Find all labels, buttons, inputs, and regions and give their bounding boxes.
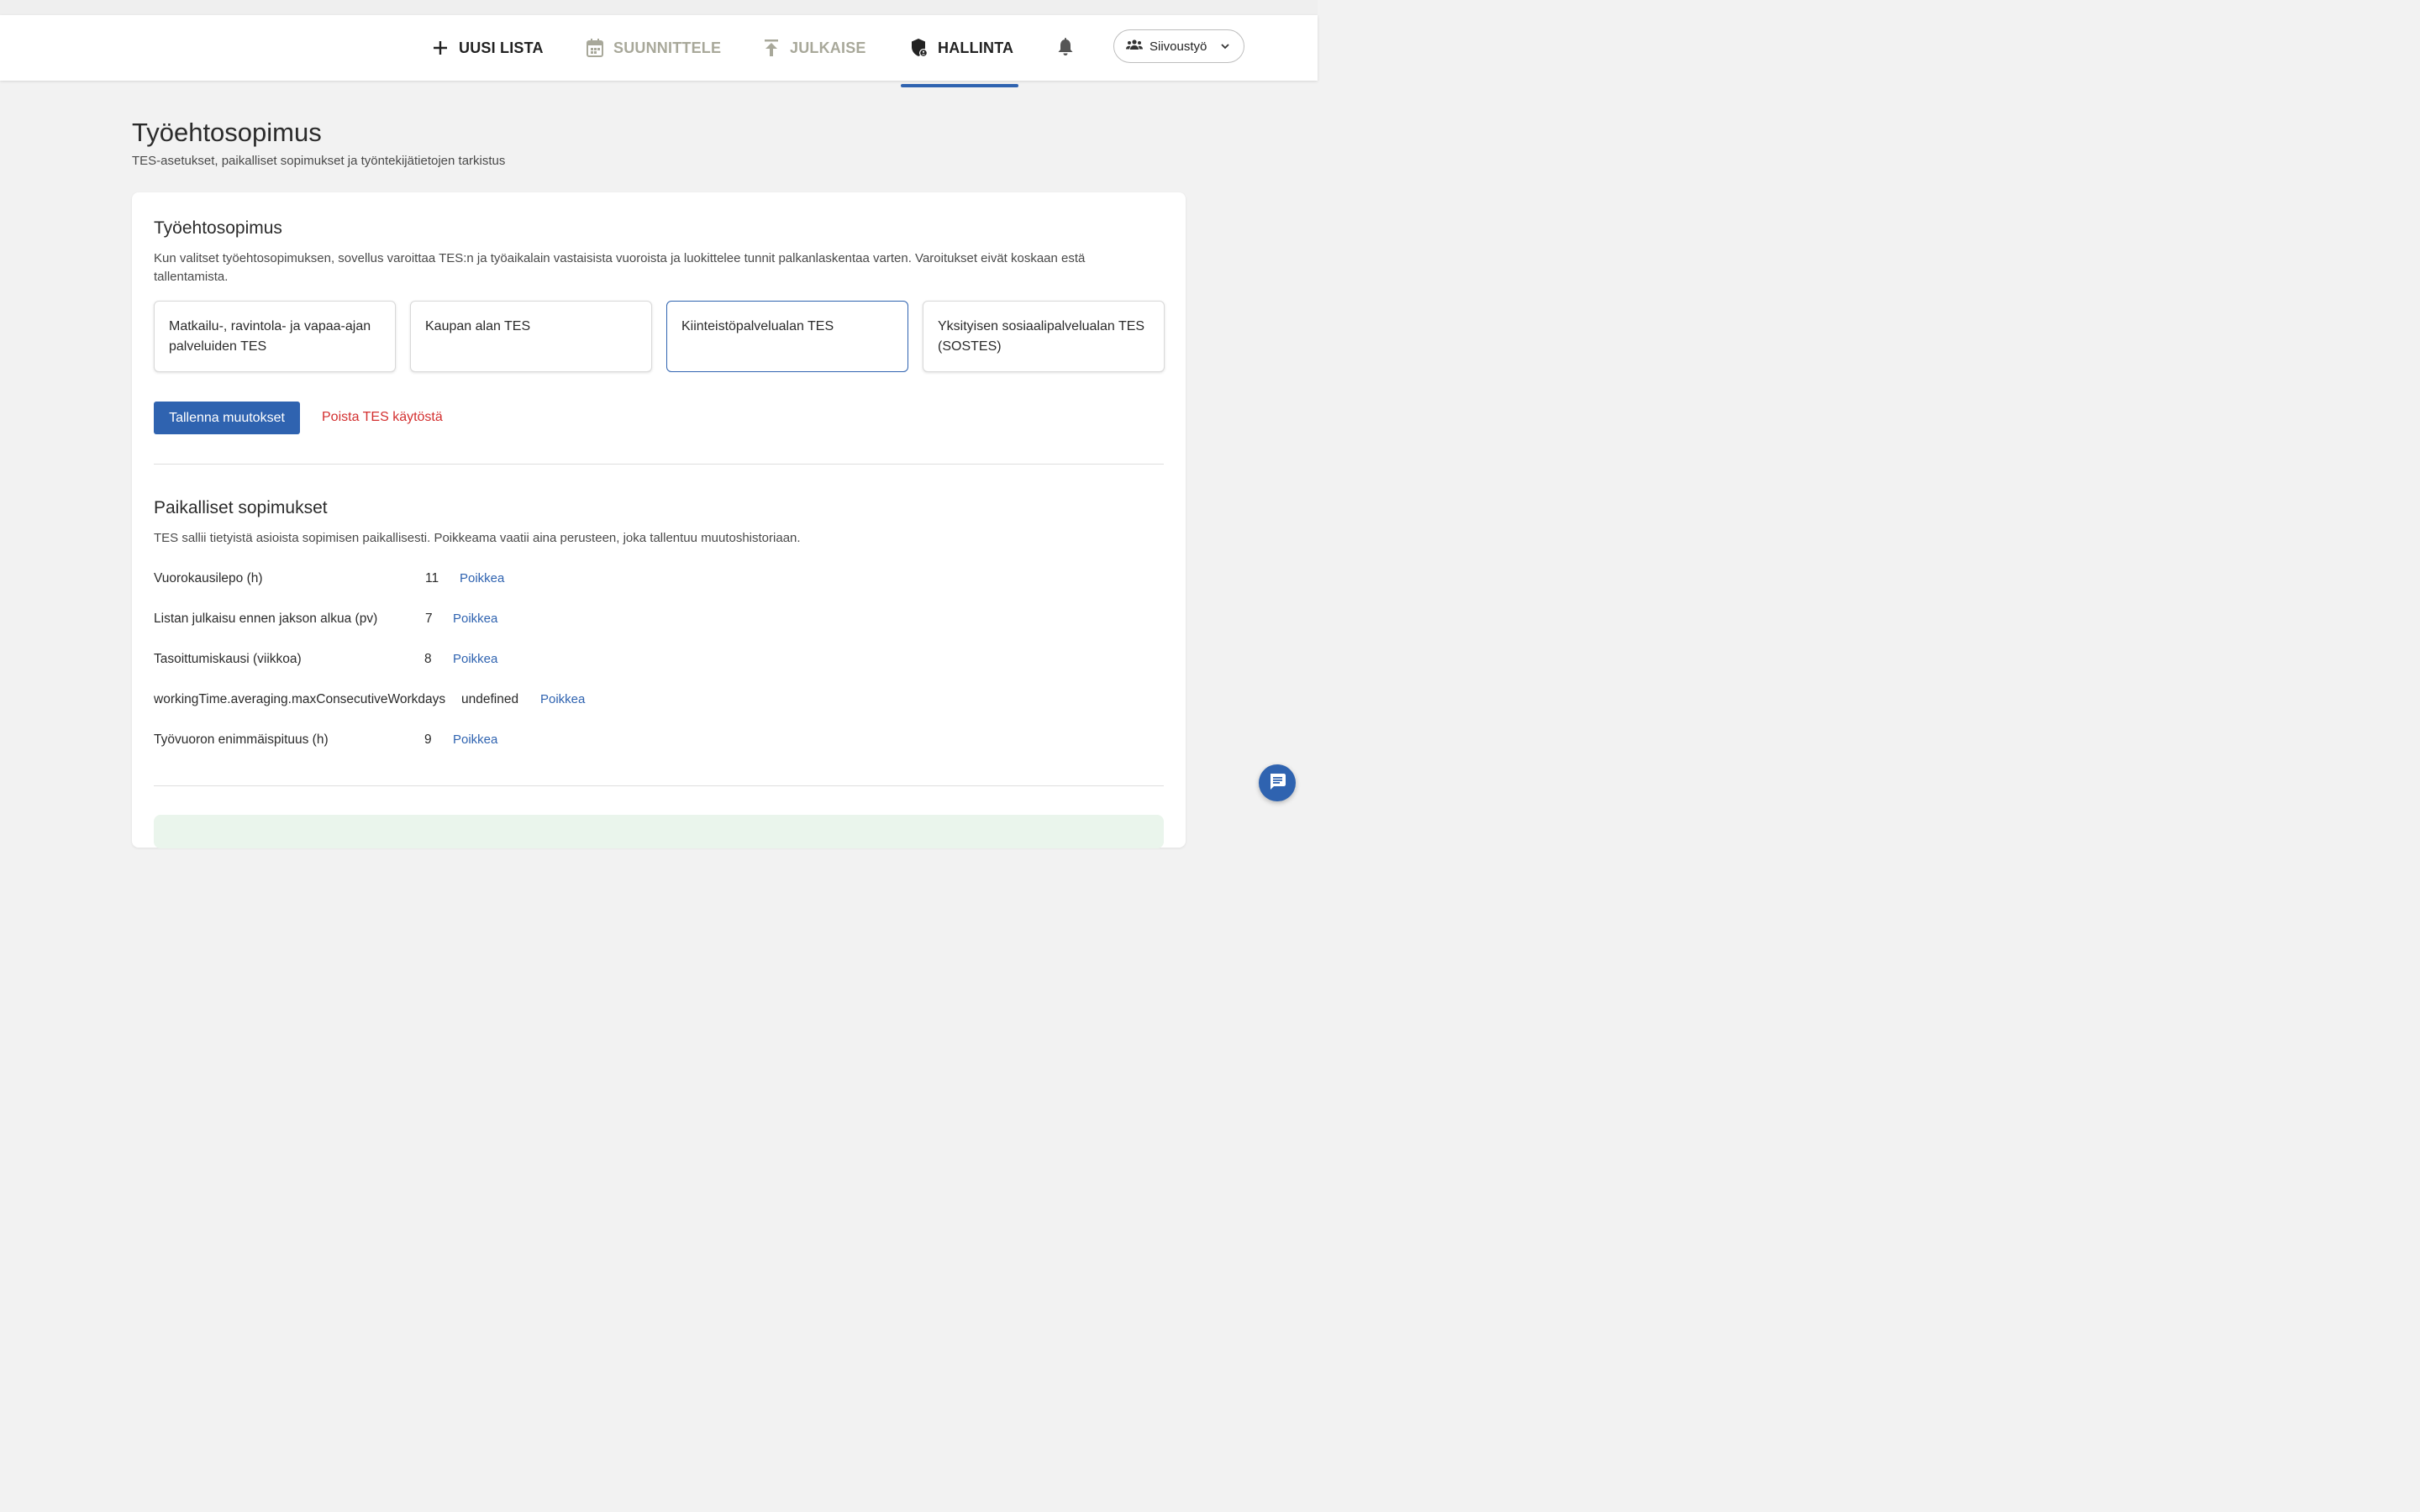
row-value: 11 bbox=[425, 571, 439, 585]
local-section-description: TES sallii tietyistä asioista sopimisen … bbox=[154, 531, 801, 545]
nav-new-list[interactable]: UUSI LISTA bbox=[430, 15, 544, 81]
remove-tes-link[interactable]: Poista TES käytöstä bbox=[322, 410, 443, 425]
chevron-down-icon bbox=[1220, 40, 1230, 55]
row-label: Työvuoron enimmäispituus (h) bbox=[154, 732, 329, 747]
deviate-link[interactable]: Poikkea bbox=[540, 692, 585, 706]
deviate-link[interactable]: Poikkea bbox=[460, 571, 504, 585]
tes-section-description: Kun valitset työehtosopimuksen, sovellus… bbox=[154, 251, 1086, 284]
page-subtitle: TES-asetukset, paikalliset sopimukset ja… bbox=[132, 154, 506, 168]
page-title: Työehtosopimus bbox=[132, 118, 322, 147]
group-icon bbox=[1126, 39, 1143, 54]
row-label: Tasoittumiskausi (viikkoa) bbox=[154, 652, 302, 666]
row-value: 8 bbox=[424, 652, 432, 666]
save-button[interactable]: Tallenna muutokset bbox=[154, 402, 300, 434]
tes-option-kiinteisto[interactable]: Kiinteistöpalvelualan TES bbox=[666, 301, 908, 372]
info-banner bbox=[154, 815, 1164, 848]
team-selector-label: Siivoustyö bbox=[1150, 39, 1207, 54]
nav-publish-label: JULKAISE bbox=[790, 39, 866, 56]
local-section-title: Paikalliset sopimukset bbox=[154, 498, 328, 517]
section-divider bbox=[154, 464, 1164, 465]
tes-option-label: Kiinteistöpalvelualan TES bbox=[681, 319, 834, 333]
top-navbar: UUSI LISTA SUUNNITTELE JULKAISE HALLINTA… bbox=[0, 15, 1318, 87]
admin-shield-icon bbox=[909, 38, 929, 58]
chat-button[interactable] bbox=[1259, 764, 1296, 801]
row-label: Listan julkaisu ennen jakson alkua (pv) bbox=[154, 612, 378, 626]
browser-top-strip bbox=[0, 0, 1318, 15]
nav-publish[interactable]: JULKAISE bbox=[761, 15, 866, 81]
chat-icon bbox=[1268, 772, 1286, 795]
active-tab-indicator bbox=[901, 84, 1018, 87]
tes-option-sostes[interactable]: Yksityisen sosiaalipalvelualan TES (SOST… bbox=[923, 301, 1165, 372]
settings-card: Työehtosopimus Kun valitset työehtosopim… bbox=[132, 192, 1186, 848]
nav-plan-label: SUUNNITTELE bbox=[613, 39, 722, 56]
row-value: 7 bbox=[425, 612, 433, 626]
nav-admin[interactable]: HALLINTA bbox=[909, 15, 1013, 81]
nav-admin-label: HALLINTA bbox=[938, 39, 1014, 56]
row-label: Vuorokausilepo (h) bbox=[154, 571, 263, 585]
nav-new-list-label: UUSI LISTA bbox=[459, 39, 544, 56]
deviate-link[interactable]: Poikkea bbox=[453, 612, 497, 626]
tes-option-label: Matkailu-, ravintola- ja vapaa-ajan palv… bbox=[169, 319, 371, 354]
tes-option-label: Kaupan alan TES bbox=[425, 319, 531, 333]
tes-section-title: Työehtosopimus bbox=[154, 218, 282, 238]
deviate-link[interactable]: Poikkea bbox=[453, 732, 497, 747]
publish-icon bbox=[761, 38, 781, 58]
plus-icon bbox=[430, 38, 450, 58]
row-value: undefined bbox=[461, 692, 519, 706]
bell-icon[interactable] bbox=[1055, 37, 1076, 59]
tes-option-label: Yksityisen sosiaalipalvelualan TES (SOST… bbox=[938, 319, 1145, 354]
row-label: workingTime.averaging.maxConsecutiveWork… bbox=[154, 692, 446, 706]
tes-option-matkailu[interactable]: Matkailu-, ravintola- ja vapaa-ajan palv… bbox=[154, 301, 396, 372]
tes-option-kauppa[interactable]: Kaupan alan TES bbox=[410, 301, 652, 372]
row-value: 9 bbox=[424, 732, 432, 747]
section-divider bbox=[154, 785, 1164, 786]
team-selector[interactable]: Siivoustyö bbox=[1113, 29, 1244, 63]
calendar-icon bbox=[585, 38, 605, 58]
nav-plan[interactable]: SUUNNITTELE bbox=[585, 15, 721, 81]
deviate-link[interactable]: Poikkea bbox=[453, 652, 497, 666]
